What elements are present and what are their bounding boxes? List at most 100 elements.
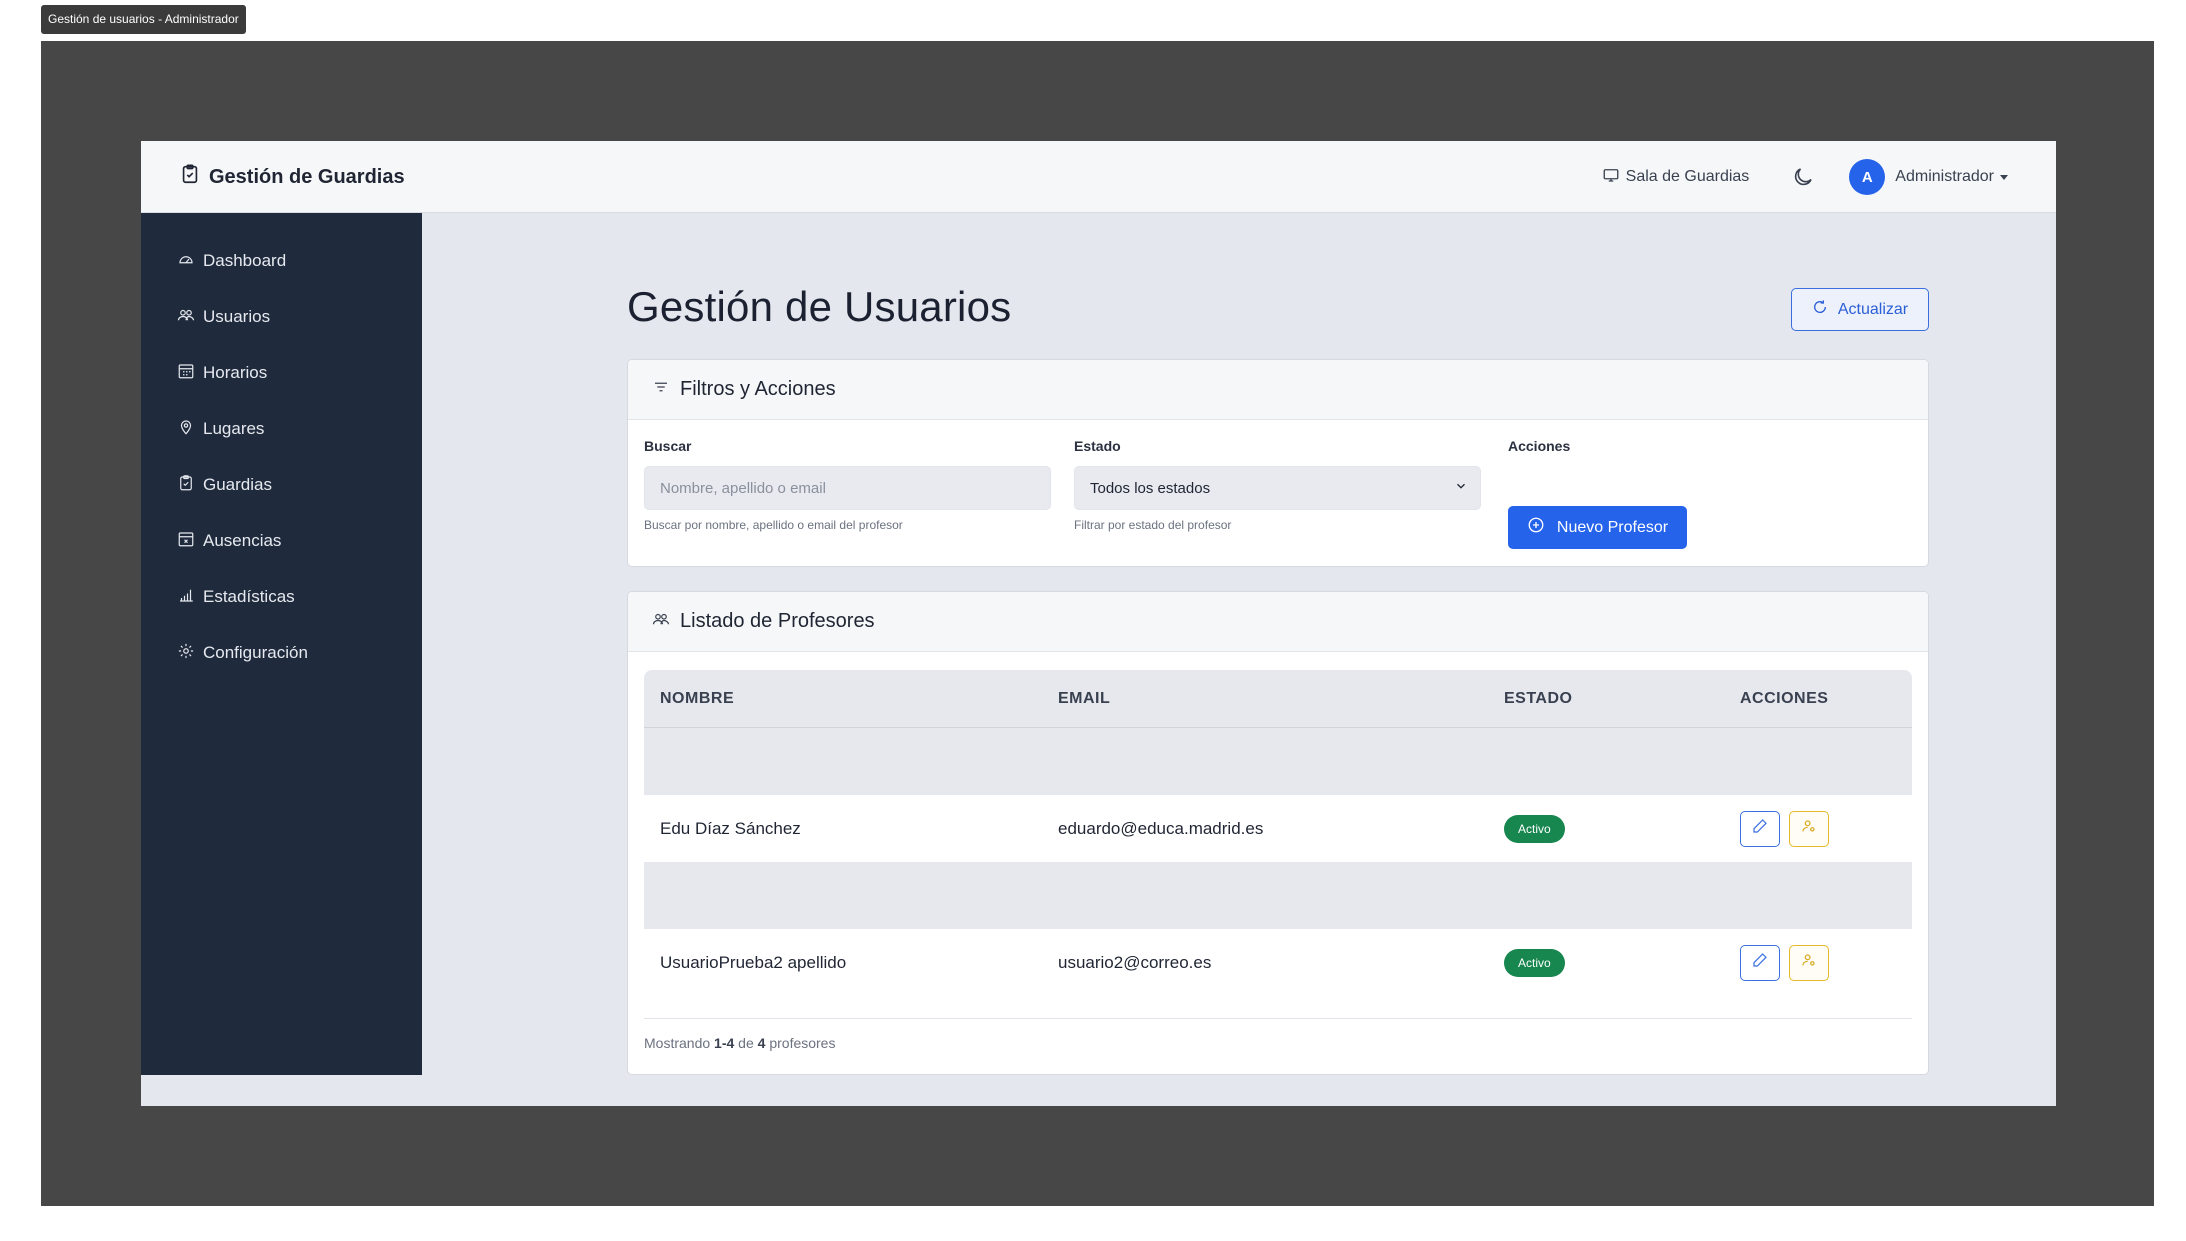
sidebar-item-label: Guardias: [203, 475, 272, 494]
table-row: UsuarioPrueba2 apellido usuario2@correo.…: [644, 929, 1912, 996]
sidebar-item-usuarios[interactable]: Usuarios: [141, 289, 422, 345]
filters-card-header: Filtros y Acciones: [628, 360, 1928, 420]
sidebar-item-label: Horarios: [203, 363, 268, 382]
brand[interactable]: Gestión de Guardias: [179, 141, 405, 213]
caret-down-icon: [2000, 174, 2008, 180]
pencil-icon: [1752, 818, 1768, 839]
filters-card: Filtros y Acciones Buscar Buscar por nom…: [627, 359, 1929, 567]
cell-actions: [1740, 810, 1912, 847]
column-header-email[interactable]: EMAIL: [1058, 690, 1504, 708]
column-header-estado[interactable]: ESTADO: [1504, 690, 1740, 708]
search-field: Buscar Buscar por nombre, apellido o ema…: [644, 438, 1051, 532]
browser-frame: Gestión de Guardias Sala de Guardias A A…: [41, 41, 2154, 1206]
state-hint: Filtrar por estado del profesor: [1074, 518, 1232, 532]
gear-icon: [177, 642, 195, 665]
status-badge: Activo: [1504, 948, 1565, 977]
sidebar-item-label: Configuración: [203, 643, 308, 662]
table-row: [644, 862, 1912, 929]
calendar-grid-icon: [177, 362, 195, 385]
profesores-title: Listado de Profesores: [680, 610, 875, 632]
plus-circle-icon: [1527, 516, 1545, 539]
new-profesor-button[interactable]: Nuevo Profesor: [1508, 506, 1687, 549]
cell-state: Activo: [1504, 814, 1740, 843]
sidebar-item-label: Lugares: [203, 419, 265, 438]
people-icon: [177, 306, 195, 329]
top-navbar: Gestión de Guardias Sala de Guardias A A…: [141, 141, 2056, 213]
cell-name: UsuarioPrueba2 apellido: [660, 952, 847, 972]
status-badge: Activo: [1504, 814, 1565, 843]
state-field: Estado Todos los estados Filtrar por est…: [1074, 438, 1481, 532]
sidebar-item-horarios[interactable]: Horarios: [141, 345, 422, 401]
user-menu[interactable]: Administrador: [1895, 168, 2008, 186]
pagination-summary: Mostrando 1-4 de 4 profesores: [644, 1035, 835, 1051]
sidebar-item-lugares[interactable]: Lugares: [141, 401, 422, 457]
summary-suffix: profesores: [769, 1035, 836, 1051]
filter-icon: [652, 378, 670, 402]
table-row: Edu Díaz Sánchez eduardo@educa.madrid.es…: [644, 795, 1912, 862]
sidebar-item-configuracion[interactable]: Configuración: [141, 625, 422, 681]
table-header: NOMBRE EMAIL ESTADO ACCIONES: [644, 670, 1912, 728]
state-select-value: Todos los estados: [1090, 479, 1211, 497]
cell-email: eduardo@educa.madrid.es: [1058, 818, 1264, 838]
column-header-nombre[interactable]: NOMBRE: [644, 690, 1058, 708]
user-role-button[interactable]: [1788, 944, 1829, 981]
moon-icon[interactable]: [1791, 165, 1815, 189]
app-window: Gestión de Guardias Sala de Guardias A A…: [141, 141, 2056, 1106]
clipboard-check-icon: [179, 163, 201, 191]
sidebar-item-dashboard[interactable]: Dashboard: [141, 233, 422, 289]
profesores-card: Listado de Profesores NOMBRE EMAIL ESTAD…: [627, 591, 1929, 1075]
profesores-table: NOMBRE EMAIL ESTADO ACCIONES Edu Díaz Sá…: [644, 670, 1912, 996]
people-icon: [652, 610, 670, 634]
page-title: Gestión de Usuarios: [627, 283, 1012, 330]
sidebar-item-label: Dashboard: [203, 251, 287, 270]
cell-name: Edu Díaz Sánchez: [660, 818, 801, 838]
user-gear-icon: [1801, 818, 1817, 839]
profesores-card-header: Listado de Profesores: [628, 592, 1928, 652]
sidebar-item-label: Estadísticas: [203, 587, 295, 606]
summary-total: 4: [757, 1035, 766, 1051]
brand-title: Gestión de Guardias: [209, 165, 405, 188]
user-gear-icon: [1801, 952, 1817, 973]
monitor-icon: [1602, 166, 1620, 189]
refresh-label: Actualizar: [1837, 300, 1909, 318]
summary-prefix: Mostrando: [644, 1035, 711, 1051]
state-select[interactable]: Todos los estados: [1074, 466, 1481, 510]
bar-chart-icon: [177, 586, 195, 609]
user-name: Administrador: [1895, 168, 1994, 185]
refresh-icon: [1812, 299, 1828, 320]
speedometer-icon: [177, 250, 195, 273]
summary-range: 1-4: [714, 1035, 735, 1051]
pencil-icon: [1752, 952, 1768, 973]
state-label: Estado: [1074, 438, 1121, 454]
cell-actions: [1740, 944, 1912, 981]
search-hint: Buscar por nombre, apellido o email del …: [644, 518, 903, 532]
new-profesor-label: Nuevo Profesor: [1556, 518, 1669, 536]
actions-label: Acciones: [1508, 438, 1571, 454]
user-role-button[interactable]: [1788, 810, 1829, 847]
cell-state: Activo: [1504, 948, 1740, 977]
sidebar-item-label: Ausencias: [203, 531, 282, 550]
sala-guardias-label: Sala de Guardias: [1625, 168, 1750, 185]
search-label: Buscar: [644, 438, 692, 454]
sidebar-item-guardias[interactable]: Guardias: [141, 457, 422, 513]
sidebar-item-estadisticas[interactable]: Estadísticas: [141, 569, 422, 625]
table-row: [644, 728, 1912, 795]
table-footer-divider: [644, 1018, 1912, 1019]
avatar[interactable]: A: [1849, 159, 1886, 195]
clipboard-icon: [177, 474, 195, 497]
column-header-acciones: ACCIONES: [1740, 689, 1829, 707]
sidebar: Dashboard Usuarios Horarios Lugares Guar…: [141, 213, 422, 1075]
search-input[interactable]: [644, 466, 1051, 510]
chevron-down-icon: [1454, 479, 1468, 497]
location-pin-icon: [177, 418, 195, 441]
edit-button[interactable]: [1740, 810, 1780, 847]
actions-field: Acciones: [1508, 438, 1915, 466]
navbar-right: Sala de Guardias A Administrador: [1602, 141, 2008, 213]
calendar-x-icon: [177, 530, 195, 553]
sala-guardias-link[interactable]: Sala de Guardias: [1602, 166, 1750, 189]
summary-middle: de: [738, 1035, 754, 1051]
sidebar-item-ausencias[interactable]: Ausencias: [141, 513, 422, 569]
window-title: Gestión de usuarios - Administrador: [41, 5, 246, 34]
refresh-button[interactable]: Actualizar: [1791, 288, 1929, 331]
edit-button[interactable]: [1740, 944, 1780, 981]
